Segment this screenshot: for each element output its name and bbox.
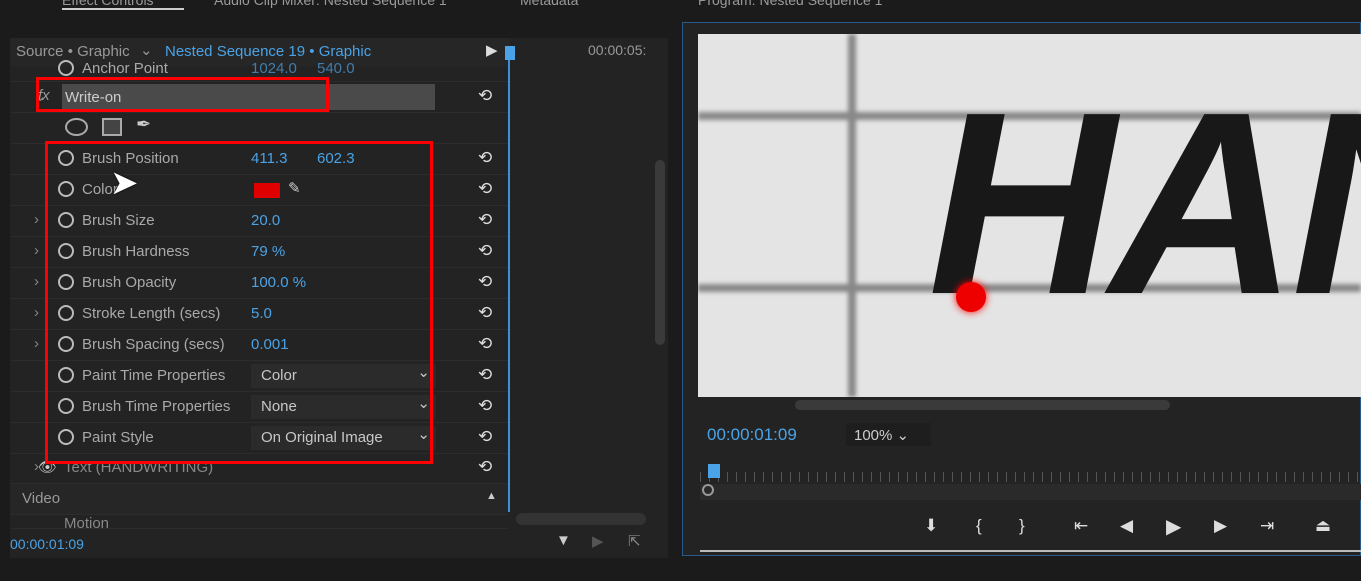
mark-out-icon[interactable]: } bbox=[1019, 516, 1025, 536]
mouse-cursor: ➤ bbox=[110, 164, 139, 202]
step-forward-icon[interactable]: ▶ bbox=[1214, 516, 1227, 536]
reset-icon[interactable]: ⟲ bbox=[478, 396, 492, 416]
anchor-label: Anchor Point bbox=[82, 60, 168, 77]
timeline-zoom-scrollbar[interactable] bbox=[516, 513, 646, 525]
timeline-timecode: 00:00:05: bbox=[588, 42, 647, 58]
reset-icon[interactable]: ⟲ bbox=[478, 86, 492, 106]
reset-icon[interactable]: ⟲ bbox=[478, 365, 492, 385]
zoom-value: 100% bbox=[854, 427, 893, 444]
source-label[interactable]: Source • Graphic bbox=[16, 43, 130, 60]
expand-chevron[interactable]: › bbox=[34, 335, 39, 352]
playhead-line[interactable] bbox=[508, 46, 510, 512]
play-icon[interactable]: ▶ bbox=[1166, 514, 1181, 539]
rectangle-mask-icon[interactable] bbox=[102, 118, 122, 136]
reset-icon[interactable]: ⟲ bbox=[478, 303, 492, 323]
reset-icon[interactable]: ⟲ bbox=[478, 272, 492, 292]
reset-icon[interactable]: ⟲ bbox=[478, 148, 492, 168]
motion-label: Motion bbox=[64, 515, 110, 529]
preview-handwriting-text: HAN bbox=[928, 59, 1361, 349]
highlight-box-effect bbox=[36, 77, 329, 112]
expand-chevron[interactable]: › bbox=[34, 211, 39, 228]
zoom-scrollbar[interactable] bbox=[700, 484, 1361, 500]
tab-audio-mixer[interactable]: Audio Clip Mixer: Nested Sequence 1 bbox=[214, 0, 447, 8]
mark-in-icon[interactable]: { bbox=[976, 516, 982, 536]
chevron-down-icon[interactable]: ⌄ bbox=[140, 41, 153, 59]
expand-chevron[interactable]: › bbox=[34, 273, 39, 290]
reset-icon[interactable]: ⟲ bbox=[478, 427, 492, 447]
reset-icon[interactable]: ⟲ bbox=[478, 179, 492, 199]
program-playhead[interactable] bbox=[708, 464, 720, 478]
play-triangle-icon[interactable]: ▶ bbox=[486, 41, 498, 59]
expand-chevron[interactable]: › bbox=[34, 304, 39, 321]
pen-mask-icon[interactable]: ✒ bbox=[136, 114, 151, 135]
go-to-in-icon[interactable]: ⇤ bbox=[1074, 516, 1088, 536]
sequence-label[interactable]: Nested Sequence 19 • Graphic bbox=[165, 43, 371, 60]
anchor-y[interactable]: 540.0 bbox=[317, 60, 355, 77]
video-section-label: Video bbox=[22, 490, 61, 507]
tab-effect-controls[interactable]: Effect Controls bbox=[62, 0, 154, 8]
brush-position-handle[interactable] bbox=[956, 282, 986, 312]
active-tab-underline bbox=[62, 8, 184, 10]
filter-icon[interactable]: ▼ bbox=[556, 532, 571, 549]
time-ruler[interactable] bbox=[700, 472, 1361, 482]
reset-icon[interactable]: ⟲ bbox=[478, 210, 492, 230]
ec-scrollbar[interactable] bbox=[655, 160, 665, 345]
scroll-up-icon[interactable]: ▲ bbox=[486, 490, 497, 502]
stopwatch-icon[interactable] bbox=[58, 60, 74, 76]
reset-icon[interactable]: ⟲ bbox=[478, 241, 492, 261]
program-preview[interactable]: HAN bbox=[698, 34, 1361, 397]
playhead-handle[interactable] bbox=[505, 46, 515, 60]
tab-metadata[interactable]: Metadata bbox=[520, 0, 578, 8]
zoom-select[interactable]: 100% ⌄ bbox=[846, 423, 931, 446]
export-icon[interactable]: ⇱ bbox=[628, 532, 641, 550]
reset-icon[interactable]: ⟲ bbox=[478, 334, 492, 354]
ellipse-mask-icon[interactable] bbox=[65, 118, 88, 136]
step-back-icon[interactable]: ◀ bbox=[1120, 516, 1133, 536]
reset-icon[interactable]: ⟲ bbox=[478, 457, 492, 477]
highlight-box-properties bbox=[45, 141, 433, 464]
anchor-x[interactable]: 1024.0 bbox=[251, 60, 297, 77]
progress-line bbox=[700, 550, 1361, 552]
lift-icon[interactable]: ⏏ bbox=[1315, 516, 1331, 536]
ec-timecode[interactable]: 00:00:01:09 bbox=[10, 536, 84, 552]
preview-scrollbar[interactable] bbox=[795, 400, 1170, 410]
program-timecode[interactable]: 00:00:01:09 bbox=[707, 425, 797, 445]
tab-program[interactable]: Program: Nested Sequence 1 bbox=[698, 0, 882, 8]
go-to-out-icon[interactable]: ⇥ bbox=[1260, 516, 1274, 536]
zoom-scroll-handle[interactable] bbox=[702, 484, 714, 496]
play-audio-icon[interactable]: ▶ bbox=[592, 532, 604, 550]
expand-chevron[interactable]: › bbox=[34, 242, 39, 259]
add-marker-icon[interactable]: ⬇ bbox=[924, 516, 938, 536]
